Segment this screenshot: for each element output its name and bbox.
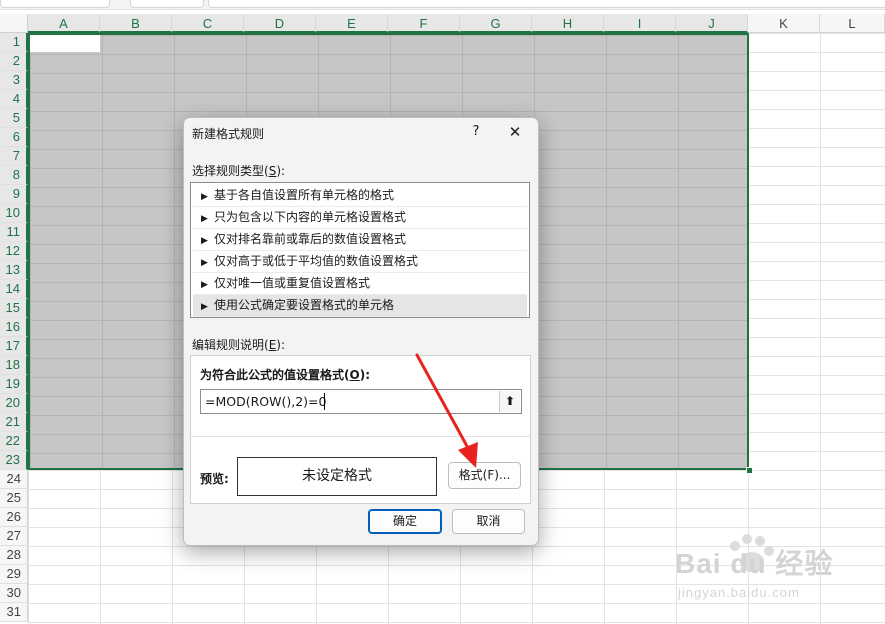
name-box[interactable] bbox=[0, 0, 110, 8]
column-header-g[interactable]: G bbox=[460, 14, 532, 33]
fill-handle[interactable] bbox=[746, 467, 753, 474]
column-header-e[interactable]: E bbox=[316, 14, 388, 33]
formula-value: =MOD(ROW(),2)=0 bbox=[205, 394, 327, 409]
rule-type-label: 选择规则类型(S): bbox=[192, 164, 286, 178]
close-icon[interactable]: ✕ bbox=[502, 121, 528, 143]
rule-type-item[interactable]: ▶ 基于各自值设置所有单元格的格式 bbox=[193, 185, 527, 207]
preview-label: 预览: bbox=[200, 472, 229, 486]
column-header-c[interactable]: C bbox=[172, 14, 244, 33]
row-header-15[interactable]: 15 bbox=[0, 299, 28, 318]
row-header-16[interactable]: 16 bbox=[0, 318, 28, 337]
select-all-corner[interactable] bbox=[0, 14, 28, 33]
row-header-23[interactable]: 23 bbox=[0, 451, 28, 470]
formula-heading: 为符合此公式的值设置格式(O): bbox=[200, 368, 370, 382]
new-format-rule-dialog: 新建格式规则 ? ✕ 选择规则类型(S): ▶ 基于各自值设置所有单元格的格式 ▶… bbox=[183, 117, 539, 546]
triangle-icon: ▶ bbox=[201, 302, 208, 312]
row-header-30[interactable]: 30 bbox=[0, 584, 28, 603]
collapse-dialog-icon[interactable]: ⬆ bbox=[499, 391, 520, 412]
watermark-brand: Bai du 经验 bbox=[675, 548, 834, 579]
triangle-icon: ▶ bbox=[201, 192, 208, 202]
row-header-31[interactable]: 31 bbox=[0, 603, 28, 622]
column-header-j[interactable]: J bbox=[676, 14, 748, 33]
column-header-b[interactable]: B bbox=[100, 14, 172, 33]
watermark-url: jingyan.baidu.com bbox=[678, 585, 800, 600]
row-header-13[interactable]: 13 bbox=[0, 261, 28, 280]
row-header-3[interactable]: 3 bbox=[0, 71, 28, 90]
row-header-14[interactable]: 14 bbox=[0, 280, 28, 299]
active-cell-a1[interactable] bbox=[30, 35, 100, 52]
text-caret bbox=[324, 393, 325, 410]
rule-type-item[interactable]: ▶ 只为包含以下内容的单元格设置格式 bbox=[193, 207, 527, 229]
dialog-title: 新建格式规则 bbox=[192, 127, 265, 141]
row-header-12[interactable]: 12 bbox=[0, 242, 28, 261]
row-header-4[interactable]: 4 bbox=[0, 90, 28, 109]
row-header-1[interactable]: 1 bbox=[0, 33, 28, 52]
row-header-5[interactable]: 5 bbox=[0, 109, 28, 128]
row-header-25[interactable]: 25 bbox=[0, 489, 28, 508]
triangle-icon: ▶ bbox=[201, 280, 208, 290]
help-icon[interactable]: ? bbox=[464, 121, 488, 143]
column-header-k[interactable]: K bbox=[748, 14, 820, 33]
rule-type-item[interactable]: ▶ 仅对排名靠前或靠后的数值设置格式 bbox=[193, 229, 527, 251]
divider bbox=[191, 436, 530, 437]
rule-description-panel: 为符合此公式的值设置格式(O): =MOD(ROW(),2)=0 ⬆ 预览: 未… bbox=[190, 355, 531, 504]
preview-box: 未设定格式 bbox=[237, 457, 437, 496]
column-header-a[interactable]: A bbox=[28, 14, 100, 33]
column-header-l[interactable]: L bbox=[820, 14, 885, 33]
triangle-icon: ▶ bbox=[201, 236, 208, 246]
row-header-19[interactable]: 19 bbox=[0, 375, 28, 394]
row-header-28[interactable]: 28 bbox=[0, 546, 28, 565]
row-header-27[interactable]: 27 bbox=[0, 527, 28, 546]
format-button[interactable]: 格式(F)... bbox=[448, 462, 521, 489]
edit-rule-label: 编辑规则说明(E): bbox=[192, 338, 286, 352]
triangle-icon: ▶ bbox=[201, 214, 208, 224]
row-header-21[interactable]: 21 bbox=[0, 413, 28, 432]
row-header-7[interactable]: 7 bbox=[0, 147, 28, 166]
rule-type-list[interactable]: ▶ 基于各自值设置所有单元格的格式 ▶ 只为包含以下内容的单元格设置格式 ▶ 仅对排名… bbox=[190, 182, 530, 318]
cancel-button[interactable]: 取消 bbox=[452, 509, 525, 534]
baidu-watermark: Bai du 经验 jingyan.baidu.com bbox=[675, 530, 880, 620]
column-header-d[interactable]: D bbox=[244, 14, 316, 33]
row-header-24[interactable]: 24 bbox=[0, 470, 28, 489]
column-header-i[interactable]: I bbox=[604, 14, 676, 33]
row-header-9[interactable]: 9 bbox=[0, 185, 28, 204]
formula-bar[interactable] bbox=[208, 0, 885, 8]
rule-type-item[interactable]: ▶ 仅对高于或低于平均值的数值设置格式 bbox=[193, 251, 527, 273]
row-header-20[interactable]: 20 bbox=[0, 394, 28, 413]
row-header-2[interactable]: 2 bbox=[0, 52, 28, 71]
toolbar-strip bbox=[0, 0, 885, 10]
column-header-f[interactable]: F bbox=[388, 14, 460, 33]
triangle-icon: ▶ bbox=[201, 258, 208, 268]
row-header-18[interactable]: 18 bbox=[0, 356, 28, 375]
column-header-h[interactable]: H bbox=[532, 14, 604, 33]
row-header-22[interactable]: 22 bbox=[0, 432, 28, 451]
row-header-10[interactable]: 10 bbox=[0, 204, 28, 223]
row-header-17[interactable]: 17 bbox=[0, 337, 28, 356]
function-box[interactable] bbox=[130, 0, 204, 8]
row-header-11[interactable]: 11 bbox=[0, 223, 28, 242]
row-header-29[interactable]: 29 bbox=[0, 565, 28, 584]
rule-type-item[interactable]: ▶ 仅对唯一值或重复值设置格式 bbox=[193, 273, 527, 295]
row-header-8[interactable]: 8 bbox=[0, 166, 28, 185]
row-header-26[interactable]: 26 bbox=[0, 508, 28, 527]
row-header-6[interactable]: 6 bbox=[0, 128, 28, 147]
formula-input[interactable]: =MOD(ROW(),2)=0 ⬆ bbox=[200, 389, 522, 414]
ok-button[interactable]: 确定 bbox=[368, 509, 442, 534]
rule-type-item-selected[interactable]: ▶ 使用公式确定要设置格式的单元格 bbox=[193, 295, 527, 317]
